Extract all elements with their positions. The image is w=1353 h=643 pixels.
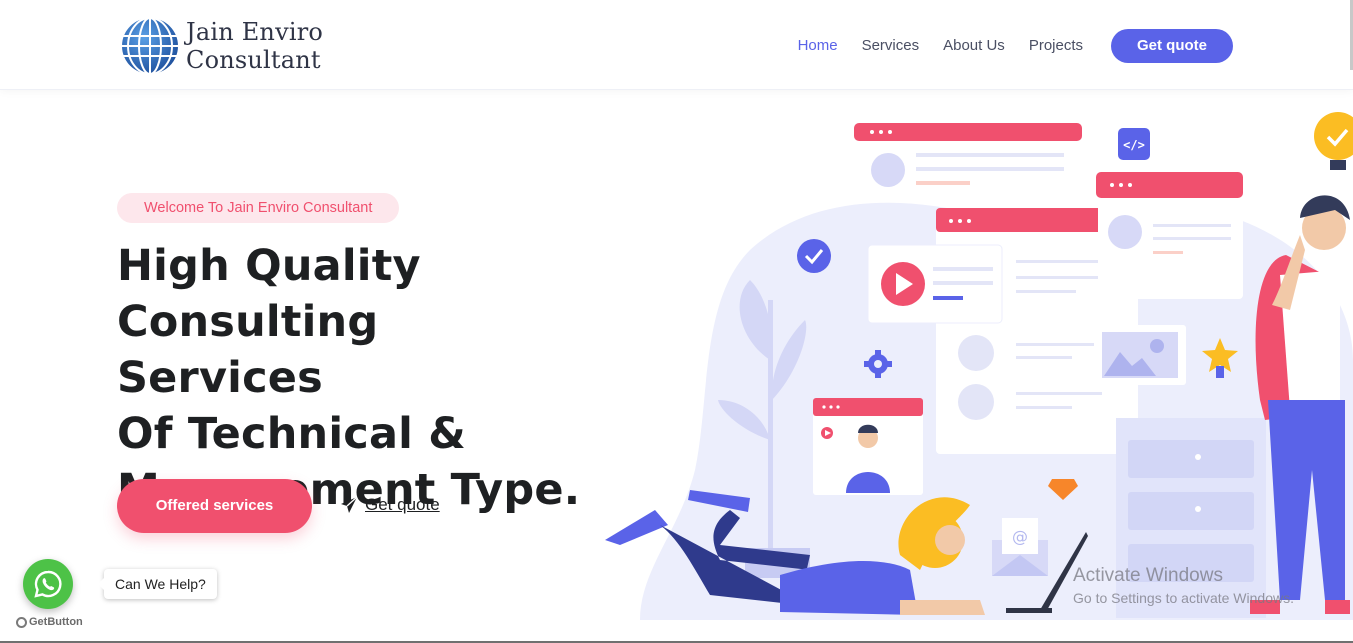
- check-icon: [797, 239, 831, 273]
- getbutton-logo-icon: [16, 616, 27, 628]
- help-tooltip[interactable]: Can We Help?: [98, 569, 217, 599]
- hero-title-line3: Of Technical &: [117, 409, 466, 459]
- whatsapp-button[interactable]: [23, 559, 73, 609]
- get-quote-button[interactable]: Get quote: [1111, 29, 1233, 63]
- page: Jain Enviro Consultant Home Services Abo…: [0, 0, 1353, 643]
- nav-home[interactable]: Home: [798, 29, 838, 63]
- hero-title-line2: Consulting Services: [117, 297, 379, 403]
- hero-title: High Quality Consulting Services Of Tech…: [117, 238, 587, 518]
- nav-services[interactable]: Services: [862, 29, 920, 63]
- site-header: Jain Enviro Consultant Home Services Abo…: [0, 0, 1353, 90]
- hero-illustration: </> @: [605, 112, 1353, 620]
- svg-text:@: @: [1012, 527, 1028, 546]
- brand-name-line2: Consultant: [186, 46, 321, 74]
- getbutton-label: GetButton: [29, 616, 83, 628]
- activate-windows-watermark: Activate Windows Go to Settings to activ…: [1073, 565, 1294, 609]
- offered-services-button[interactable]: Offered services: [117, 479, 312, 533]
- main-nav: Home Services About Us Projects Get quot…: [798, 29, 1233, 63]
- brand-logo[interactable]: Jain Enviro Consultant: [120, 16, 323, 76]
- watermark-subtitle: Go to Settings to activate Windows.: [1073, 590, 1294, 606]
- play-icon: [881, 262, 925, 306]
- paper-plane-icon: [341, 496, 358, 513]
- brand-name: Jain Enviro Consultant: [186, 18, 323, 74]
- brand-name-line1: Jain Enviro: [186, 18, 324, 46]
- get-quote-link-label: Get quote: [365, 495, 440, 514]
- svg-text:</>: </>: [1123, 138, 1145, 152]
- code-icon: </>: [1118, 128, 1150, 160]
- whatsapp-icon: [34, 570, 62, 598]
- get-quote-link[interactable]: Get quote: [340, 493, 440, 517]
- welcome-badge: Welcome To Jain Enviro Consultant: [117, 193, 400, 223]
- nav-projects[interactable]: Projects: [1029, 29, 1083, 63]
- watermark-title: Activate Windows: [1073, 565, 1223, 586]
- nav-about-us[interactable]: About Us: [943, 29, 1005, 63]
- hero-title-line1: High Quality: [117, 241, 421, 291]
- globe-icon: [122, 17, 178, 75]
- getbutton-credit[interactable]: GetButton: [16, 616, 83, 628]
